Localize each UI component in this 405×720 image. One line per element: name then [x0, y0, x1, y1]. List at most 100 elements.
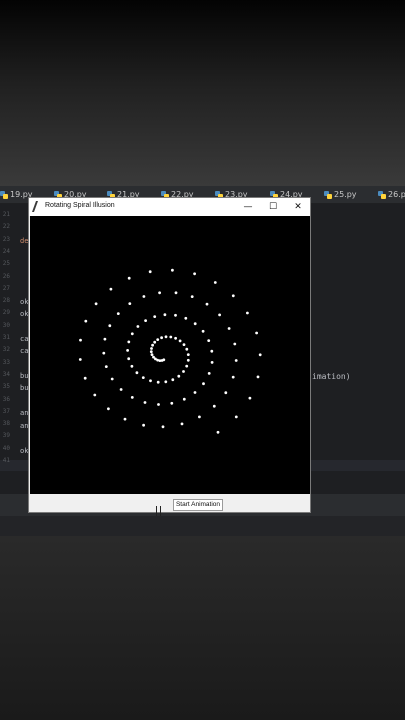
spiral-dot [93, 393, 97, 397]
spiral-dot [144, 319, 147, 322]
text-cursor-icon [156, 506, 161, 516]
spiral-dot [234, 359, 238, 362]
line-number: 38 [2, 420, 10, 428]
spiral-dot [258, 353, 262, 357]
spiral-dot [130, 396, 134, 399]
spiral-dot [227, 327, 231, 330]
minimize-button[interactable]: — [237, 200, 259, 214]
line-number: 34 [2, 370, 10, 378]
spiral-dot [152, 355, 155, 359]
spiral-dot [186, 358, 190, 362]
line-number: 37 [2, 407, 10, 415]
spiral-dot [185, 347, 189, 351]
spiral-dot [255, 331, 258, 335]
spiral-dot [193, 272, 197, 276]
spiral-dot [151, 343, 154, 347]
spiral-dot [130, 332, 134, 336]
spiral-dot [178, 339, 182, 343]
spiral-dot [231, 375, 235, 379]
spiral-dot [171, 268, 174, 272]
spiral-dot [193, 391, 197, 394]
spiral-dot [104, 365, 108, 368]
spiral-dot [190, 295, 194, 298]
spiral-dot [213, 281, 217, 284]
spiral-dot [127, 340, 131, 344]
spiral-dot [148, 270, 152, 274]
spiral-dot [202, 382, 205, 386]
spiral-drawing [78, 268, 262, 434]
spiral-dot [201, 329, 205, 333]
spiral-dot [161, 425, 165, 429]
spiral-dot [184, 316, 188, 320]
spiral-dot [169, 335, 173, 339]
spiral-dot [126, 349, 129, 352]
line-number: 32 [2, 346, 10, 354]
spiral-dot [234, 415, 238, 419]
spiral-dot [186, 353, 190, 356]
spiral-dot [182, 397, 186, 401]
line-number: 21 [2, 211, 10, 218]
line-number: 41 [2, 457, 10, 464]
start-animation-button[interactable]: Start Animation [173, 499, 223, 511]
spiral-dot [84, 319, 88, 323]
tool-window-strip [0, 516, 405, 536]
line-number: 23 [2, 235, 10, 243]
close-button[interactable]: ✕ [287, 200, 309, 214]
spiral-dot [150, 353, 154, 356]
line-number: 29 [2, 309, 10, 317]
spiral-dot [233, 342, 237, 346]
spiral-dot [143, 401, 147, 404]
desktop-background-bottom [0, 536, 405, 720]
spiral-dot [136, 325, 140, 328]
spiral-dot [231, 294, 235, 298]
spiral-dot [212, 404, 216, 408]
spiral-dot [107, 407, 110, 411]
spiral-dot [182, 370, 185, 373]
line-number: 35 [2, 383, 10, 391]
spiral-dot [158, 359, 162, 362]
spiral-dot [142, 295, 146, 298]
spiral-dot [157, 403, 160, 406]
spiral-dot [128, 302, 132, 305]
line-number: 36 [2, 395, 10, 403]
spiral-dot [193, 322, 197, 326]
spiral-dot [171, 378, 175, 382]
tab-26[interactable]: 26.py [378, 188, 405, 201]
spiral-dot [180, 422, 184, 426]
spiral-dot [218, 313, 222, 317]
spiral-dot [158, 291, 162, 295]
spiral-dot [170, 401, 174, 405]
line-number: 25 [2, 260, 10, 268]
maximize-button[interactable]: ☐ [262, 200, 284, 214]
spiral-dot [135, 371, 139, 375]
line-number: 28 [2, 297, 10, 305]
python-file-icon [0, 190, 8, 199]
spiral-dot [149, 379, 152, 383]
spiral-dot [149, 350, 153, 354]
spiral-dot [83, 376, 87, 380]
spiral-dot [123, 417, 127, 421]
spiral-dot [224, 391, 228, 395]
python-file-icon [378, 190, 386, 199]
spiral-dot [174, 336, 178, 340]
animation-canvas[interactable] [30, 216, 310, 494]
tab-25[interactable]: 25.py [324, 188, 357, 201]
spiral-dot [210, 349, 214, 353]
desktop-background-top [0, 0, 405, 186]
spiral-dot [207, 372, 211, 375]
window-title-bar[interactable]: Rotating Spiral Illusion — ☐ ✕ [29, 198, 310, 216]
spiral-dot [153, 315, 157, 318]
spiral-dot [205, 302, 209, 306]
spiral-dot [102, 351, 106, 355]
spiral-dot [185, 364, 189, 368]
line-number: 27 [2, 284, 10, 292]
spiral-dot [153, 340, 157, 344]
spiral-dot [174, 313, 177, 317]
line-number: 31 [2, 334, 10, 341]
spiral-dot [177, 374, 181, 378]
spiral-dot [150, 347, 153, 350]
line-number: 22 [2, 223, 10, 231]
spiral-dot [127, 357, 131, 361]
spiral-dot [94, 302, 98, 306]
spiral-dot [110, 377, 114, 381]
